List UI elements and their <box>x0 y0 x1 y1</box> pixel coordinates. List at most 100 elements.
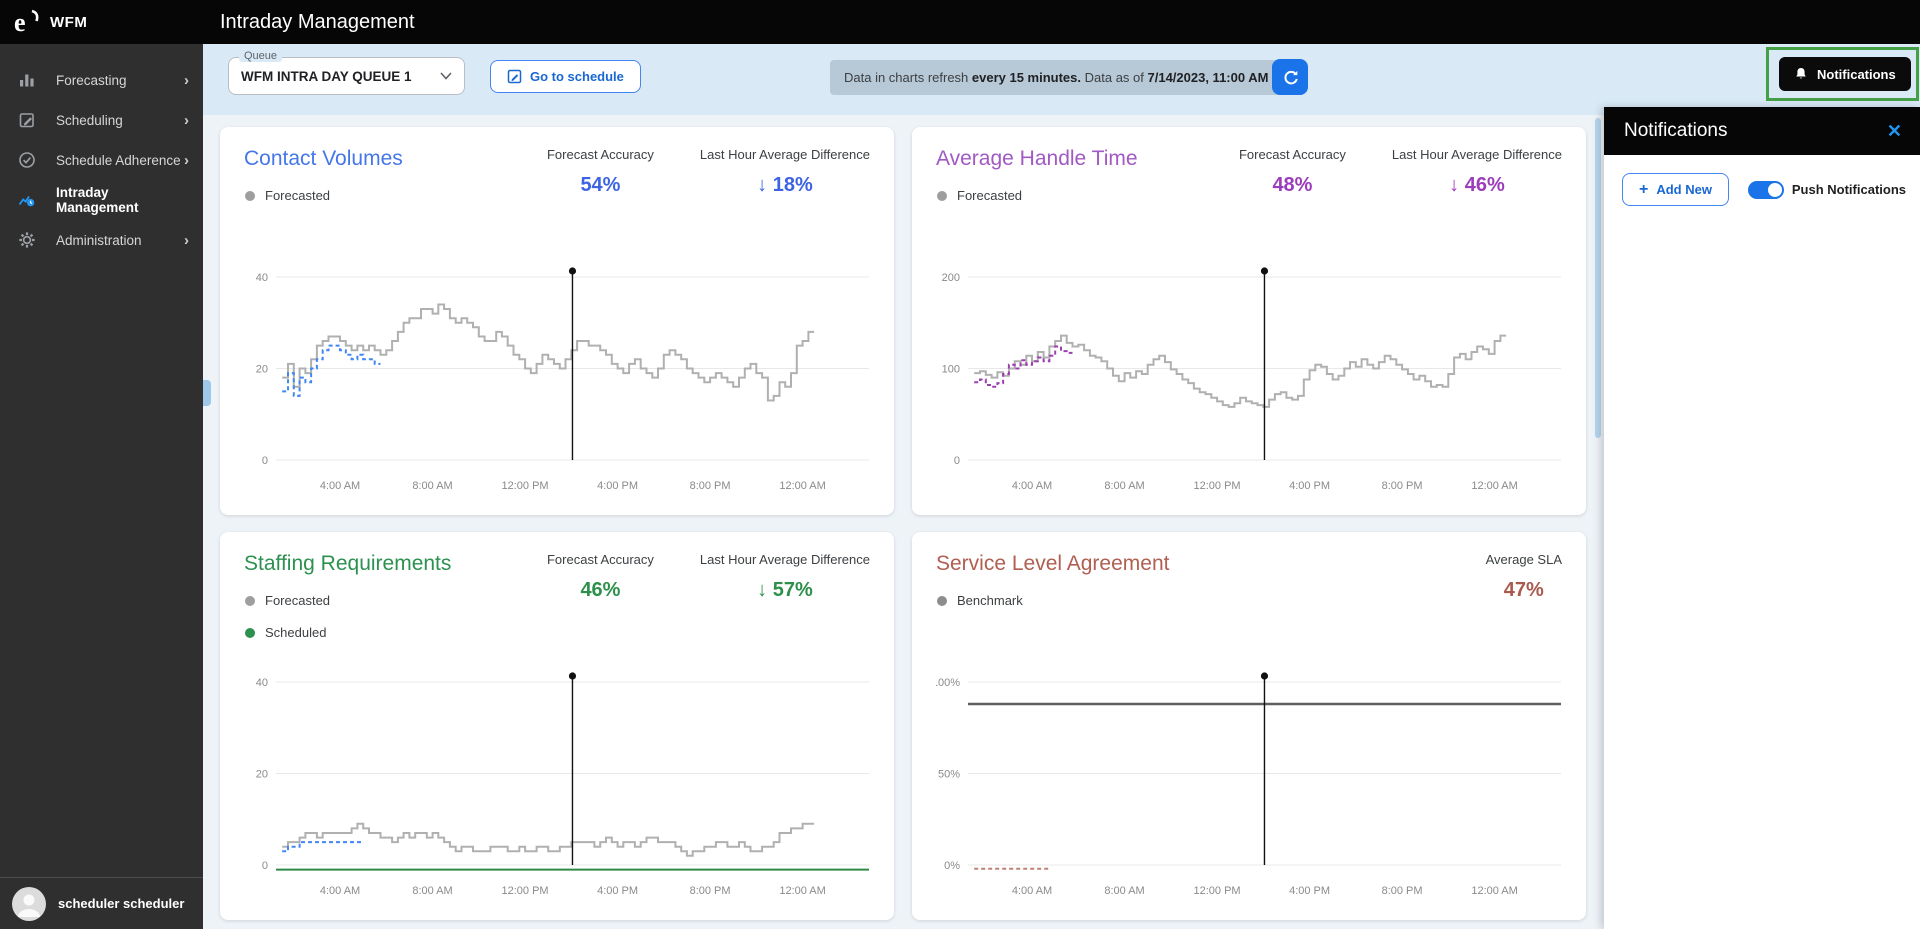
svg-text:8:00 AM: 8:00 AM <box>412 885 452 897</box>
sidebar-item-intraday-management[interactable]: Intraday Management <box>0 180 203 220</box>
svg-text:4:00 PM: 4:00 PM <box>1289 885 1330 897</box>
notifications-panel-header: Notifications ✕ <box>1604 107 1920 155</box>
page-title: Intraday Management <box>220 11 415 34</box>
chart-plot: 20010004:00 AM8:00 AM12:00 PM4:00 PM8:00… <box>936 267 1562 502</box>
sidebar-item-forecasting[interactable]: Forecasting › <box>0 60 203 100</box>
avatar <box>12 887 46 921</box>
intraday-chart-clock-icon <box>17 190 37 210</box>
chevron-right-icon: › <box>184 232 189 249</box>
stat-label: Last Hour Average Difference <box>700 147 870 162</box>
toggle-knob <box>1768 183 1782 197</box>
stat-column: Last Hour Average Difference↓ 57% <box>700 552 870 602</box>
sidebar-collapse-handle[interactable] <box>203 380 211 406</box>
go-to-schedule-button[interactable]: Go to schedule <box>490 60 641 93</box>
chart-legend: Forecasted <box>937 188 1022 220</box>
queue-select-label: Queue <box>239 50 282 62</box>
content-scrollbar-thumb[interactable] <box>1595 118 1601 438</box>
toolbar: Queue WFM INTRA DAY QUEUE 1 Go to schedu… <box>203 44 1920 115</box>
stat-value: ↓ 46% <box>1392 174 1562 197</box>
notifications-button[interactable]: Notifications <box>1779 57 1911 91</box>
sidebar-item-label: Forecasting <box>56 73 184 88</box>
sidebar-item-label: Intraday Management <box>56 185 189 215</box>
refresh-icon <box>1282 69 1299 86</box>
push-notifications-group: Push Notifications <box>1748 181 1906 199</box>
legend-label: Forecasted <box>265 188 330 203</box>
chart-card-average-handle-time: Average Handle Time Forecast Accuracy48%… <box>912 127 1586 515</box>
notifications-panel: Notifications ✕ + Add New Push Notificat… <box>1604 107 1920 929</box>
sidebar-item-schedule-adherence[interactable]: Schedule Adherence › <box>0 140 203 180</box>
stat-column: Forecast Accuracy 46% <box>547 552 654 602</box>
plus-icon: + <box>1639 181 1648 199</box>
bar-chart-icon <box>17 70 37 90</box>
stat-label: Last Hour Average Difference <box>1392 147 1562 162</box>
add-new-button[interactable]: + Add New <box>1622 173 1729 206</box>
push-notifications-toggle[interactable] <box>1748 181 1784 199</box>
stat-value: ↓ 57% <box>700 579 870 602</box>
svg-text:8:00 PM: 8:00 PM <box>690 480 731 492</box>
chart-stats: Forecast Accuracy 46% Last Hour Average Di… <box>547 552 870 602</box>
legend-dot-icon <box>245 191 255 201</box>
sidebar-item-label: Scheduling <box>56 113 184 128</box>
svg-text:40: 40 <box>256 272 268 284</box>
legend-dot-icon <box>937 191 947 201</box>
stat-value: 46% <box>547 579 654 602</box>
svg-text:12:00 PM: 12:00 PM <box>502 480 549 492</box>
user-block: scheduler scheduler <box>0 877 203 929</box>
stat-label: Forecast Accuracy <box>1239 147 1346 162</box>
push-notifications-label: Push Notifications <box>1792 182 1906 197</box>
sidebar-item-label: Administration <box>56 233 184 248</box>
stat-column: Last Hour Average Difference ↓ 46% <box>1392 147 1562 197</box>
svg-text:100: 100 <box>942 364 960 376</box>
svg-text:4:00 AM: 4:00 AM <box>320 480 360 492</box>
add-new-label: Add New <box>1656 182 1712 197</box>
svg-text:12:00 AM: 12:00 AM <box>1471 885 1517 897</box>
close-icon[interactable]: ✕ <box>1887 121 1902 142</box>
legend-row: Forecasted <box>245 593 330 608</box>
svg-text:0: 0 <box>954 455 960 467</box>
go-to-schedule-label: Go to schedule <box>530 69 624 84</box>
legend-label: Forecasted <box>957 188 1022 203</box>
brand-name: WFM <box>50 14 87 31</box>
svg-text:100%: 100% <box>936 677 960 689</box>
top-bar: e WFM Intraday Management <box>0 0 1920 44</box>
edit-schedule-icon <box>507 69 522 84</box>
svg-text:4:00 PM: 4:00 PM <box>1289 480 1330 492</box>
brand-logo-icon: e <box>12 7 42 37</box>
svg-text:12:00 PM: 12:00 PM <box>1194 885 1241 897</box>
refresh-notice: Data in charts refresh every 15 minutes.… <box>830 60 1282 95</box>
stat-column: Forecast Accuracy 54% <box>547 147 654 197</box>
stat-value: 48% <box>1239 174 1346 197</box>
stat-value: 54% <box>547 174 654 197</box>
stat-label: Average SLA <box>1486 552 1562 567</box>
chart-legend: Forecasted <box>245 188 330 220</box>
queue-select[interactable]: Queue WFM INTRA DAY QUEUE 1 <box>228 57 465 95</box>
notifications-panel-title: Notifications <box>1624 120 1728 142</box>
svg-text:12:00 AM: 12:00 AM <box>779 885 825 897</box>
legend-dot-icon <box>245 628 255 638</box>
legend-row: Forecasted <box>937 188 1022 203</box>
chart-stats: Forecast Accuracy 54% Last Hour Average Di… <box>547 147 870 197</box>
chart-stats: Average SLA47% <box>1486 552 1562 602</box>
svg-text:8:00 PM: 8:00 PM <box>1382 885 1423 897</box>
stat-label: Forecast Accuracy <box>547 147 654 162</box>
sidebar: Forecasting › Scheduling › Schedule Adhe… <box>0 44 203 929</box>
svg-text:0: 0 <box>262 860 268 872</box>
stat-label: Forecast Accuracy <box>547 552 654 567</box>
sidebar-item-administration[interactable]: Administration › <box>0 220 203 260</box>
sidebar-item-scheduling[interactable]: Scheduling › <box>0 100 203 140</box>
chart-plot: 402004:00 AM8:00 AM12:00 PM4:00 PM8:00 P… <box>244 672 870 907</box>
chart-plot: 100%50%0%4:00 AM8:00 AM12:00 PM4:00 PM8:… <box>936 672 1562 907</box>
svg-text:4:00 AM: 4:00 AM <box>1012 480 1052 492</box>
chart-stats: Forecast Accuracy 48% Last Hour Average Di… <box>1239 147 1562 197</box>
chart-card-service-level-agreement: Service Level Agreement Average SLA47% B… <box>912 532 1586 920</box>
chart-plot: 402004:00 AM8:00 AM12:00 PM4:00 PM8:00 P… <box>244 267 870 502</box>
refresh-button[interactable] <box>1272 59 1308 95</box>
chevron-down-icon <box>440 72 452 80</box>
chart-legend: Benchmark <box>937 593 1023 625</box>
svg-text:20: 20 <box>256 769 268 781</box>
legend-label: Benchmark <box>957 593 1023 608</box>
svg-text:4:00 PM: 4:00 PM <box>597 480 638 492</box>
svg-text:20: 20 <box>256 364 268 376</box>
svg-text:4:00 AM: 4:00 AM <box>1012 885 1052 897</box>
gear-icon <box>17 230 37 250</box>
